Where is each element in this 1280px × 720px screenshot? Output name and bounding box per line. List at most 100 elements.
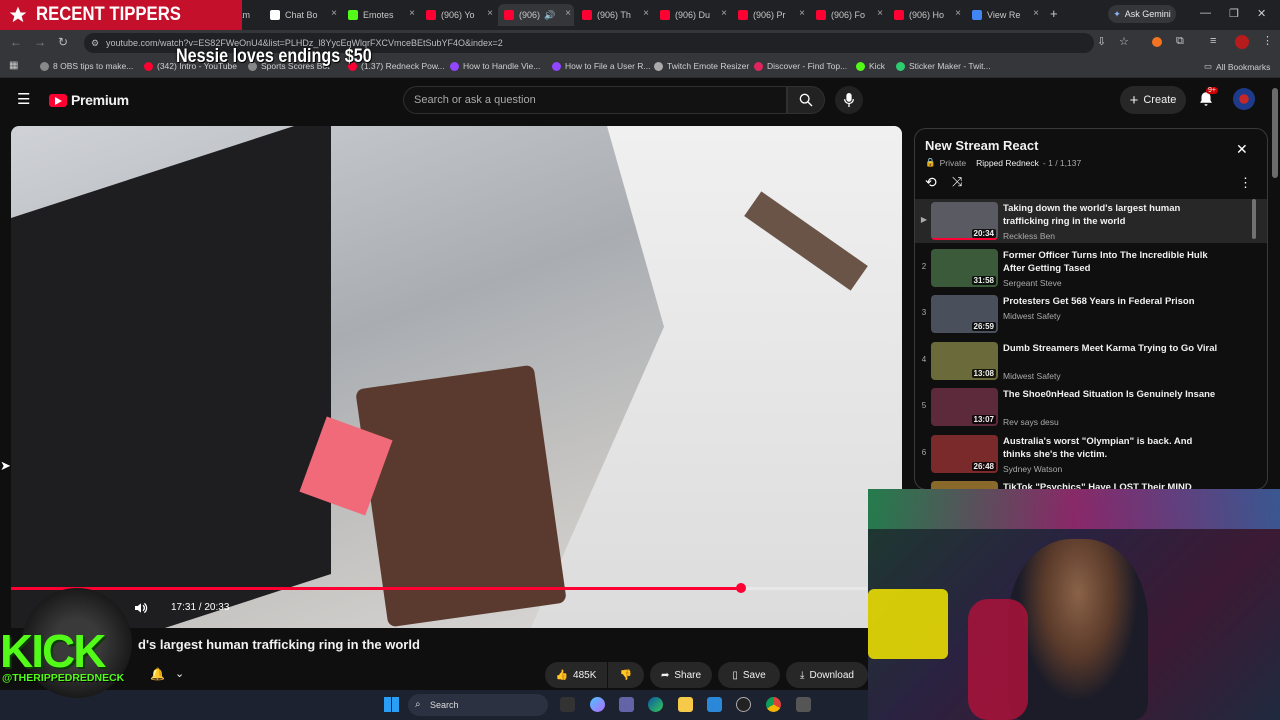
subscribe-bell-icon[interactable]: 🔔	[150, 667, 165, 681]
tab-7[interactable]: (906) Pr ×	[732, 4, 808, 26]
new-tab-icon[interactable]: +	[1050, 6, 1058, 21]
apps-grid-icon[interactable]: ▦	[9, 60, 18, 71]
playlist-title[interactable]: New Stream React	[925, 138, 1038, 153]
playlist-item-thumbnail[interactable]: 26:48	[931, 434, 998, 473]
playlist-item-title[interactable]: Dumb Streamers Meet Karma Trying to Go V…	[1003, 342, 1218, 355]
playlist-item[interactable]: 6 26:48 Australia's worst "Olympian" is ba…	[915, 432, 1267, 476]
taskbar-app-obs-icon[interactable]	[736, 697, 751, 712]
bookmark-star-icon[interactable]: ☆	[1119, 35, 1129, 48]
loop-icon[interactable]: ⟲	[925, 174, 937, 191]
bookmark-7[interactable]: Discover - Find Top...	[754, 61, 847, 71]
search-input[interactable]: Search or ask a question	[403, 86, 787, 114]
playlist-close-icon[interactable]: ✕	[1236, 141, 1248, 158]
speaker-icon[interactable]: 🔊	[544, 10, 555, 21]
browser-menu-icon[interactable]: ⋮	[1262, 34, 1273, 47]
close-icon[interactable]: ×	[643, 8, 649, 19]
settings-gear-icon[interactable]: ⚙	[805, 598, 818, 616]
like-button[interactable]: 👍 485K	[545, 662, 607, 688]
window-close-icon[interactable]: ✕	[1257, 7, 1266, 20]
playlist-item[interactable]: 4 13:08 Dumb Streamers Meet Karma Trying t…	[915, 339, 1267, 383]
playlist-item-channel[interactable]: Midwest Safety	[1003, 371, 1061, 381]
tab-8[interactable]: (906) Fo ×	[810, 4, 886, 26]
captions-button[interactable]: CC	[772, 600, 794, 618]
playlist-item-thumbnail[interactable]: 13:08	[931, 341, 998, 380]
taskbar-app-teams-icon[interactable]	[619, 697, 634, 712]
notifications-button[interactable]: 9+	[1197, 87, 1218, 113]
playlist-item-channel[interactable]: Sydney Watson	[1003, 464, 1062, 474]
close-icon[interactable]: ×	[409, 8, 415, 19]
taskbar-app-chrome-icon[interactable]	[766, 697, 781, 712]
tab-9[interactable]: (906) Ho ×	[888, 4, 964, 26]
playlist-item-channel[interactable]: Reckless Ben	[1003, 231, 1055, 241]
taskbar-search[interactable]: ⌕ Search	[408, 694, 548, 716]
tab-4-active[interactable]: (906) 🔊 ×	[498, 4, 574, 26]
profile-avatar[interactable]	[1235, 35, 1249, 49]
create-button[interactable]: + Create	[1120, 86, 1186, 114]
tab-1[interactable]: Chat Bo ×	[264, 4, 340, 26]
chevron-down-icon[interactable]: ⌄	[175, 667, 184, 680]
close-icon[interactable]: ×	[799, 8, 805, 19]
playlist-item-thumbnail[interactable]: 13:07	[931, 388, 998, 426]
save-button[interactable]: ▯ Save	[718, 662, 780, 688]
taskbar-app-copilot-icon[interactable]	[590, 697, 605, 712]
taskbar-app-store-icon[interactable]	[707, 697, 722, 712]
install-icon[interactable]: ⇩	[1097, 35, 1106, 48]
all-bookmarks[interactable]: ▭ All Bookmarks	[1204, 61, 1270, 72]
tab-10[interactable]: View Re ×	[966, 4, 1042, 26]
download-button[interactable]: ⤓ Download	[786, 662, 868, 688]
account-avatar[interactable]	[1233, 88, 1255, 110]
theater-mode-icon[interactable]	[837, 600, 855, 614]
playlist-item[interactable]: 3 26:59 Protesters Get 568 Years in Federa…	[915, 292, 1267, 336]
playlist-item-channel[interactable]: Midwest Safety	[1003, 311, 1061, 321]
taskbar-app-terminal-icon[interactable]	[560, 697, 575, 712]
playlist-item-title[interactable]: Taking down the world's largest human tr…	[1003, 202, 1218, 228]
playlist-scrollbar[interactable]	[1252, 199, 1256, 239]
playlist-item-title[interactable]: Former Officer Turns Into The Incredible…	[1003, 249, 1218, 275]
playlist-item-channel[interactable]: Sergeant Steve	[1003, 278, 1062, 288]
close-icon[interactable]: ×	[331, 8, 337, 19]
page-scrollbar[interactable]	[1272, 88, 1278, 178]
playlist-item[interactable]: 5 13:07 The Shoe0nHead Situation Is Genuin…	[915, 385, 1267, 429]
playlist-item[interactable]: 2 31:58 Former Officer Turns Into The Incr…	[915, 246, 1267, 290]
playlist-item-title[interactable]: Protesters Get 568 Years in Federal Pris…	[1003, 295, 1218, 308]
playlist-item-title[interactable]: Australia's worst "Olympian" is back. An…	[1003, 435, 1218, 461]
search-button[interactable]	[787, 86, 825, 114]
back-icon[interactable]: ←	[10, 35, 22, 49]
close-icon[interactable]: ×	[955, 8, 961, 19]
playlist-item[interactable]: ▶ 20:34 Taking down the world's largest hu…	[915, 199, 1267, 243]
playlist-item-thumbnail[interactable]: 20:34	[931, 202, 998, 240]
shuffle-icon[interactable]: ⤨	[952, 174, 962, 190]
windows-start-icon[interactable]	[384, 697, 399, 712]
video-player[interactable]	[11, 126, 902, 628]
ask-gemini-button[interactable]: ✦ Ask Gemini	[1108, 5, 1176, 23]
tab-6[interactable]: (906) Du ×	[654, 4, 730, 26]
playlist-item-channel[interactable]: Rev says desu	[1003, 417, 1059, 427]
voice-search-button[interactable]	[835, 86, 863, 114]
extensions-icon[interactable]: ⧉	[1176, 35, 1184, 48]
playlist-more-icon[interactable]: ⋮	[1239, 175, 1252, 191]
reload-icon[interactable]: ↻	[58, 35, 68, 49]
share-button[interactable]: ➦ Share	[650, 662, 712, 688]
taskbar-app-extra-icon[interactable]	[796, 697, 811, 712]
progress-scrubber[interactable]	[736, 583, 747, 593]
tab-3[interactable]: (906) Yo ×	[420, 4, 496, 26]
youtube-logo[interactable]: Premium	[49, 92, 129, 108]
bookmark-8[interactable]: Kick	[856, 61, 885, 71]
tab-2[interactable]: Emotes ×	[342, 4, 418, 26]
extension-fox-icon[interactable]	[1152, 37, 1162, 47]
close-icon[interactable]: ×	[721, 8, 727, 19]
playlist-item-thumbnail[interactable]: 26:59	[931, 295, 998, 333]
tab-5[interactable]: (906) Th ×	[576, 4, 652, 26]
site-info-icon[interactable]: ⚙	[91, 33, 99, 53]
taskbar-app-explorer-icon[interactable]	[678, 697, 693, 712]
bookmark-4[interactable]: How to Handle Vie...	[450, 61, 540, 71]
bookmark-5[interactable]: How to File a User R...	[552, 61, 651, 71]
hamburger-menu-icon[interactable]: ☰	[17, 90, 30, 108]
close-icon[interactable]: ×	[487, 8, 493, 19]
forward-icon[interactable]: →	[34, 35, 46, 49]
bookmark-9[interactable]: Sticker Maker - Twit...	[896, 61, 991, 71]
minimize-icon[interactable]: —	[1200, 7, 1211, 19]
bookmark-6[interactable]: Twitch Emote Resizer	[654, 61, 749, 71]
taskbar-app-edge-icon[interactable]	[648, 697, 663, 712]
playlist-item-title[interactable]: The Shoe0nHead Situation Is Genuinely In…	[1003, 388, 1218, 401]
